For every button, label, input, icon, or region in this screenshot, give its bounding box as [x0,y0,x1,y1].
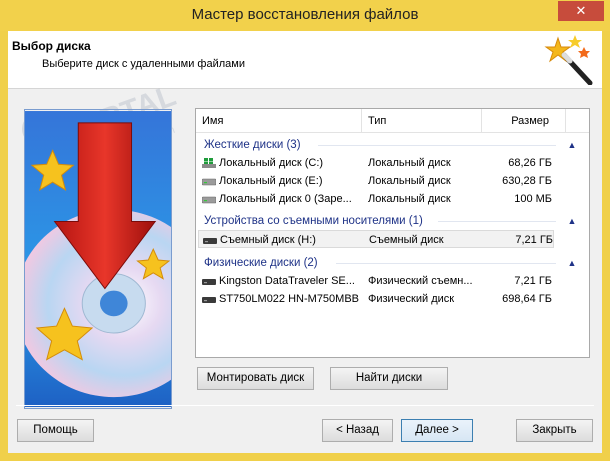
column-header-name[interactable]: Имя [196,109,362,133]
disk-type: Физический съемн... [368,275,473,287]
chevron-up-icon[interactable]: ▲ [567,216,577,226]
list-item[interactable]: ST750LM022 HN-M750MBB Физический диск 69… [198,290,554,308]
disk-size: 7,21 ГБ [515,234,553,246]
group-removable-devices[interactable]: Устройства со съемными носителями (1) [204,212,423,230]
next-button[interactable]: Далее > [401,419,473,442]
app-window: Мастер восстановления файлов ✕ Выбор дис… [0,0,610,461]
mount-disk-button[interactable]: Монтировать диск [197,367,314,390]
wizard-header: Выбор диска Выберите диск с удаленными ф… [8,31,602,89]
disk-name: Локальный диск (C:) [219,157,324,169]
list-item[interactable]: Kingston DataTraveler SE... Физический с… [198,272,554,290]
disk-size: 698,64 ГБ [502,293,552,305]
column-header-size[interactable]: Размер [482,109,566,133]
disk-type: Физический диск [368,293,455,305]
group-hard-disks[interactable]: Жесткие диски (3) [204,136,301,154]
wizard-disc-illustration [24,109,172,409]
chevron-up-icon[interactable]: ▲ [567,258,577,268]
disk-type: Локальный диск [368,175,451,187]
chevron-up-icon[interactable]: ▲ [567,140,577,150]
disk-type: Локальный диск [368,193,451,205]
disk-type: Локальный диск [368,157,451,169]
footer-divider [16,405,594,406]
close-button[interactable]: Закрыть [516,419,593,442]
group-divider [336,263,556,264]
disk-size: 630,28 ГБ [502,175,552,187]
column-header-type[interactable]: Тип [362,109,482,133]
find-disks-button[interactable]: Найти диски [330,367,448,390]
group-divider [438,221,556,222]
page-title: Выбор диска [12,39,91,53]
hard-drive-icon [202,196,216,204]
disk-size: 100 МБ [514,193,552,205]
windows-drive-icon [202,158,216,168]
disk-type: Съемный диск [369,234,444,246]
magic-wand-icon [544,35,593,85]
disk-name: Съемный диск (H:) [220,234,316,246]
wizard-client: Выбор диска Выберите диск с удаленными ф… [8,31,602,453]
help-button[interactable]: Помощь [17,419,94,442]
group-physical-disks[interactable]: Физические диски (2) [204,254,318,272]
hard-drive-icon [202,178,216,186]
physical-drive-icon [202,279,216,285]
physical-drive-icon [202,297,216,303]
list-item[interactable]: Локальный диск 0 (Заре... Локальный диск… [198,190,554,208]
disk-list[interactable]: Имя Тип Размер Жесткие диски (3) ▲ Локал… [195,108,590,358]
list-item-selected[interactable]: Съемный диск (H:) Съемный диск 7,21 ГБ [198,230,554,248]
disk-size: 68,26 ГБ [508,157,552,169]
window-close-button[interactable]: ✕ [558,1,604,21]
title-bar[interactable]: Мастер восстановления файлов ✕ [0,0,610,31]
disk-name: ST750LM022 HN-M750MBB [219,293,360,305]
removable-drive-icon [203,238,217,244]
disk-name: Локальный диск 0 (Заре... [219,193,352,205]
list-item[interactable]: Локальный диск (C:) Локальный диск 68,26… [198,154,554,172]
list-item[interactable]: Локальный диск (E:) Локальный диск 630,2… [198,172,554,190]
group-divider [318,145,556,146]
list-header: Имя Тип Размер [196,109,589,133]
page-subtitle: Выберите диск с удаленными файлами [42,58,245,70]
back-button[interactable]: < Назад [322,419,393,442]
disk-name: Kingston DataTraveler SE... [219,275,355,287]
disk-size: 7,21 ГБ [514,275,552,287]
window-title: Мастер восстановления файлов [191,6,419,23]
disk-name: Локальный диск (E:) [219,175,323,187]
